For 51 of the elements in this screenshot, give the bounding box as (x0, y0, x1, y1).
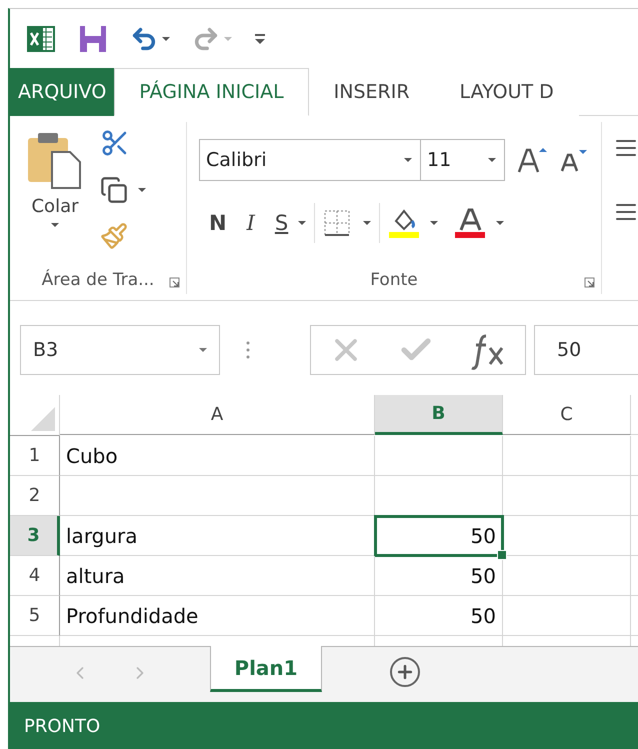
fill-color-icon[interactable] (388, 207, 420, 239)
plus-icon[interactable] (395, 662, 415, 682)
dialog-launcher-icon[interactable] (169, 277, 180, 288)
table-cell[interactable] (503, 556, 631, 596)
row-header[interactable]: 4 (10, 556, 60, 596)
name-box[interactable]: B3 (20, 325, 220, 375)
grow-font-icon[interactable] (517, 146, 547, 174)
sheet-tab[interactable]: Plan1 (210, 646, 322, 692)
font-color-icon[interactable] (454, 207, 486, 239)
table-cell[interactable]: 50 (375, 596, 503, 636)
column-header[interactable]: A (60, 395, 375, 435)
dialog-launcher-icon[interactable] (584, 277, 595, 288)
group-label: Fonte (370, 270, 418, 290)
file-tab[interactable]: ARQUIVO (10, 68, 114, 116)
table-cell[interactable] (375, 436, 503, 476)
clipboard-icon[interactable] (26, 130, 84, 190)
column-header[interactable]: C (503, 395, 631, 435)
table-cell[interactable] (503, 476, 631, 516)
table-cell[interactable]: largura (60, 516, 375, 556)
table-cell[interactable]: Cubo (60, 436, 375, 476)
status-text: PRONTO (24, 716, 100, 736)
group-label: Área de Tra... (42, 270, 154, 290)
column-header[interactable]: B (375, 395, 503, 435)
table-cell[interactable]: 50 (375, 556, 503, 596)
row-header[interactable]: 3 (10, 516, 60, 556)
italic-button[interactable]: I (236, 211, 265, 235)
font-size-dropdown[interactable]: 11 (421, 139, 505, 181)
ribbon-tab[interactable]: INSERIR (308, 68, 435, 116)
underline-button[interactable]: S (264, 211, 298, 235)
paste-button[interactable]: Colar (10, 122, 100, 266)
row-header[interactable]: 2 (10, 476, 60, 516)
formula-field[interactable]: 50 (534, 325, 638, 375)
row-header[interactable]: 1 (10, 436, 60, 476)
bold-button[interactable]: N (199, 211, 237, 235)
borders-icon[interactable] (323, 209, 352, 237)
table-cell[interactable] (503, 436, 631, 476)
ribbon-tab[interactable]: PÁGINA INICIAL (114, 68, 309, 116)
table-cell[interactable] (60, 476, 375, 516)
table-cell[interactable] (503, 596, 631, 636)
font-name-dropdown[interactable]: Calibri (199, 139, 421, 181)
shrink-font-icon[interactable] (559, 147, 587, 173)
fill-handle[interactable] (497, 550, 507, 560)
drag-handle-icon[interactable] (246, 340, 250, 360)
new-sheet-button[interactable] (390, 657, 420, 687)
customize-menu-icon[interactable] (254, 32, 266, 44)
table-cell[interactable]: altura (60, 556, 375, 596)
excel-logo-icon[interactable] (26, 24, 56, 54)
table-cell[interactable]: 50 (375, 516, 503, 556)
copy-icon[interactable] (100, 176, 128, 204)
row-header[interactable]: 5 (10, 596, 60, 636)
table-cell[interactable]: Profundidade (60, 596, 375, 636)
